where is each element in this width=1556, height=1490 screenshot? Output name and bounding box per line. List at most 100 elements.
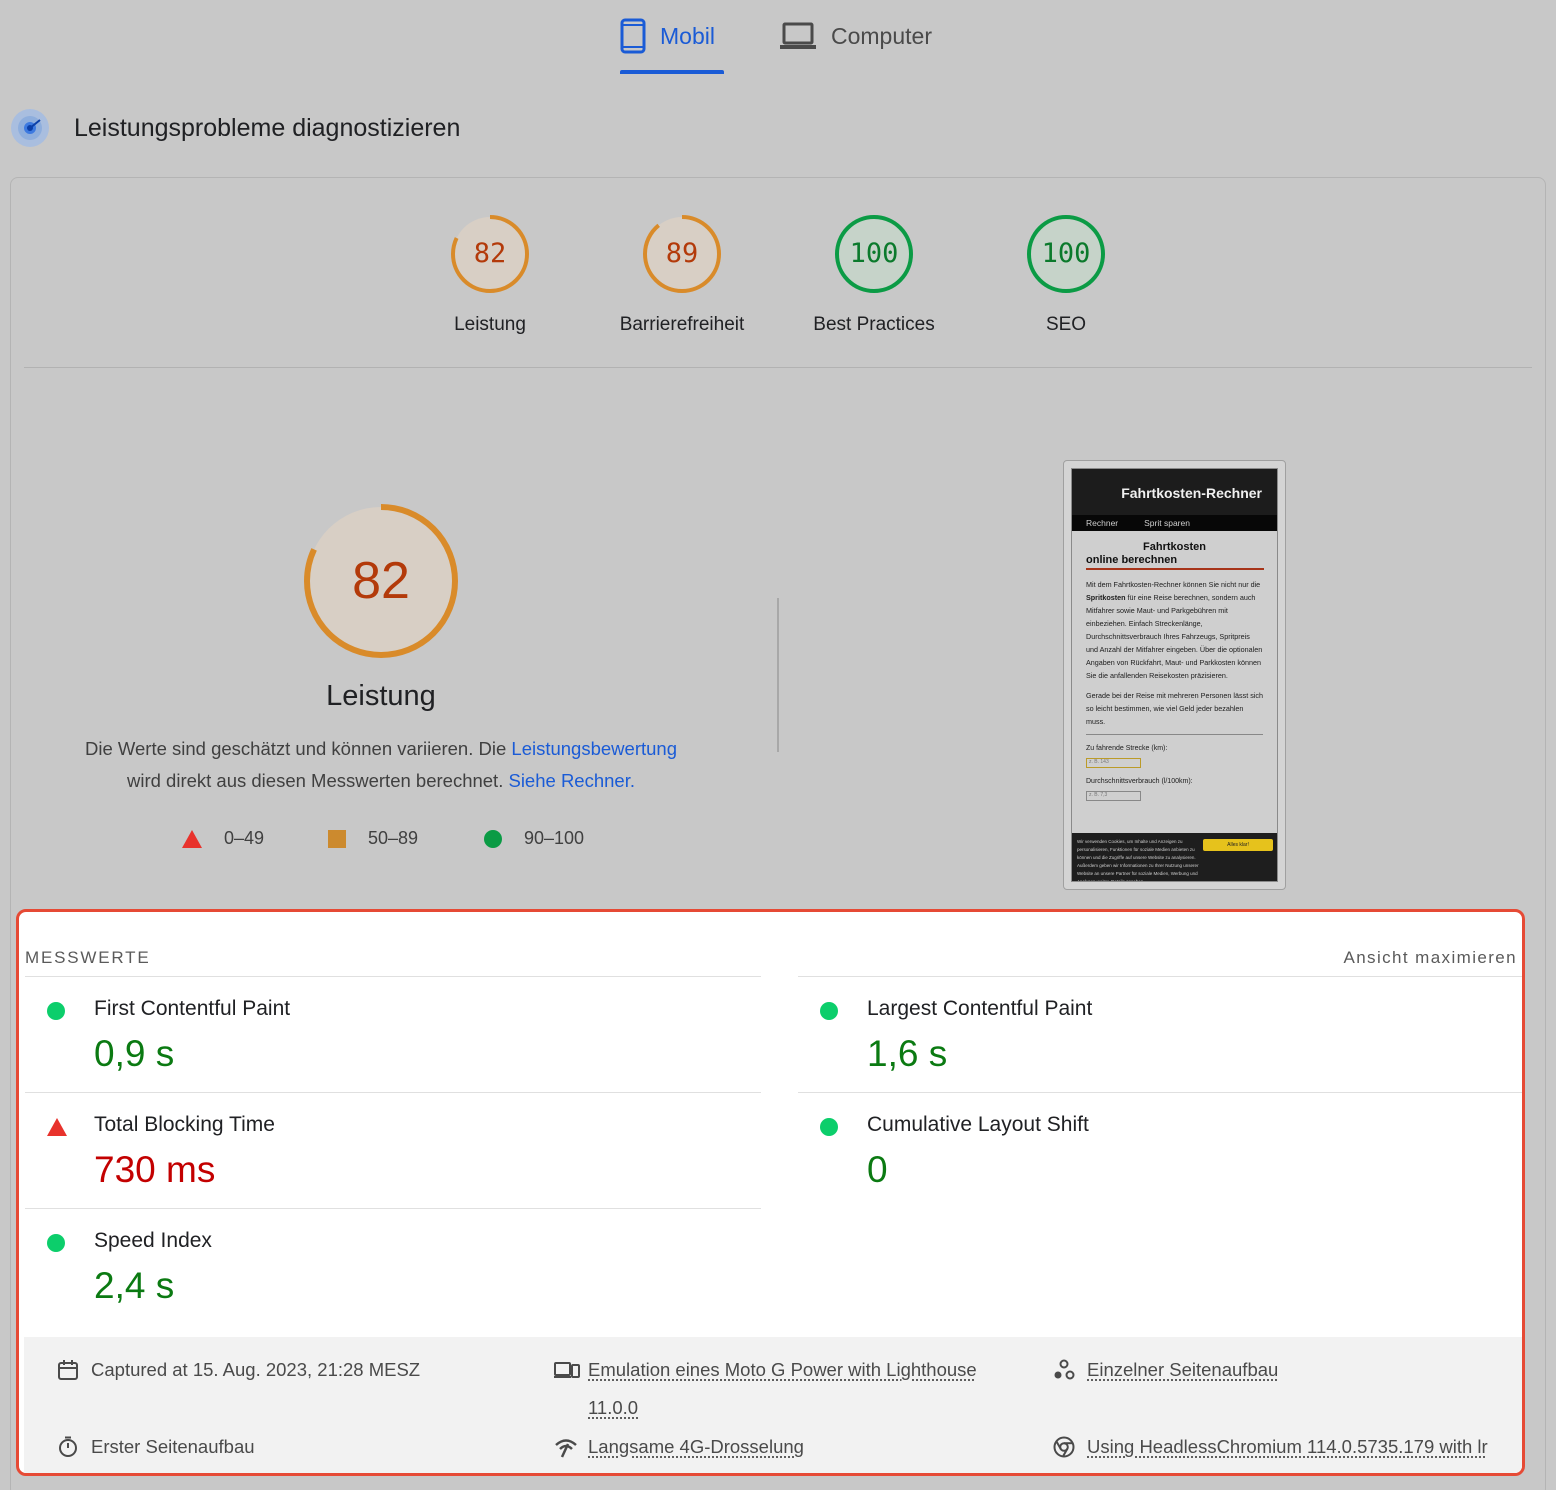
emulation-text[interactable]: Emulation eines Moto G Power with Lighth…	[588, 1359, 977, 1419]
metric-name: Total Blocking Time	[94, 1113, 275, 1136]
site-field-distance: z. B. 143	[1086, 758, 1141, 768]
desc-text: Die Werte sind geschätzt und können vari…	[84, 738, 512, 759]
captured-at: Captured at 15. Aug. 2023, 21:28 MESZ	[57, 1359, 420, 1381]
score-accessibility[interactable]: 89 Barrierefreiheit	[587, 214, 777, 336]
metric-fcp: First Contentful Paint 0,9 s	[25, 976, 761, 1092]
section-title: Leistungsprobleme diagnostizieren	[74, 113, 461, 142]
gauge: 82	[450, 214, 530, 294]
score-seo[interactable]: 100 SEO	[971, 214, 1161, 336]
legend-average: 50–89	[328, 828, 418, 849]
site-nav-item: Sprit sparen	[1144, 518, 1190, 528]
device-tabs: Mobil Computer	[0, 0, 1556, 80]
square-icon	[328, 829, 346, 848]
cookie-banner: Wir verwenden Cookies, um Inhalte und An…	[1072, 833, 1277, 882]
page-screenshot: Fahrtkosten-Rechner Rechner Sprit sparen…	[1063, 460, 1286, 890]
site-field-consumption: z. B. 7,3	[1086, 791, 1141, 801]
gauge: 89	[642, 214, 722, 294]
metric-lcp: Largest Contentful Paint 1,6 s	[798, 976, 1522, 1092]
site-title: Fahrtkosten-Rechner	[1072, 469, 1277, 515]
pass-circle-icon	[47, 1002, 65, 1020]
legend-range: 0–49	[224, 828, 265, 848]
site-paragraph: Mit dem Fahrtkosten-Rechner können Sie n…	[1086, 578, 1263, 682]
tab-desktop-label: Computer	[831, 22, 932, 49]
calendar-icon	[57, 1359, 79, 1381]
throttling-info: Langsame 4G-Drosselung	[554, 1436, 804, 1458]
metric-speed-index: Speed Index 2,4 s	[25, 1208, 761, 1324]
metric-name: Speed Index	[94, 1229, 212, 1252]
cookie-text: Wir verwenden Cookies, um Inhalte und An…	[1077, 839, 1199, 882]
score-gauges: 82 Leistung 89 Barrierefreiheit 100 Best…	[0, 214, 1556, 354]
metric-name: Largest Contentful Paint	[867, 997, 1093, 1020]
site-text-bold: Spritkosten	[1086, 593, 1126, 602]
site-field-label: Durchschnittsverbrauch (l/100km):	[1086, 778, 1193, 785]
tab-mobile[interactable]: Mobil	[620, 14, 715, 58]
smartphone-icon	[620, 18, 646, 54]
gauge: 100	[834, 214, 914, 294]
performance-score-link[interactable]: Leistungsbewertung	[511, 738, 677, 759]
pass-circle-icon	[47, 1234, 65, 1252]
single-load-info: Einzelner Seitenaufbau	[1053, 1359, 1278, 1381]
cookie-accept-button: Alles klar!	[1203, 839, 1273, 851]
vertical-divider	[777, 598, 779, 752]
emulation-line1[interactable]: Emulation eines Moto G Power with Lighth…	[588, 1359, 977, 1380]
initial-load-info: Erster Seitenaufbau	[57, 1436, 255, 1458]
site-paragraph: Gerade bei der Reise mit mehreren Person…	[1086, 691, 1263, 726]
metric-tbt: Total Blocking Time 730 ms	[25, 1092, 761, 1208]
initial-load-text: Erster Seitenaufbau	[91, 1436, 255, 1457]
desc-text: wird direkt aus diesen Messwerten berech…	[126, 770, 509, 791]
emulation-line2[interactable]: 11.0.0	[588, 1397, 977, 1419]
browser-info: Using HeadlessChromium 114.0.5735.179 wi…	[1053, 1436, 1488, 1458]
pass-circle-icon	[820, 1118, 838, 1136]
screenshot-content: Fahrtkosten-Rechner Rechner Sprit sparen…	[1071, 468, 1278, 882]
stopwatch-icon	[57, 1436, 79, 1458]
score-label: SEO	[1045, 314, 1087, 335]
score-label: Best Practices	[813, 314, 935, 335]
legend-fail: 0–49	[182, 828, 264, 849]
score-label: Barrierefreiheit	[619, 314, 745, 335]
gauge: 100	[1026, 214, 1106, 294]
metrics-panel: MESSWERTE Ansicht maximieren First Conte…	[16, 909, 1525, 1476]
score-label: Leistung	[454, 314, 526, 335]
score-value: 82	[473, 238, 507, 269]
metric-value: 0,9 s	[94, 1033, 175, 1074]
network-nodes-icon	[1053, 1359, 1075, 1381]
expand-view-toggle[interactable]: Ansicht maximieren	[1343, 948, 1517, 968]
score-legend: 0–49 50–89 90–100	[0, 828, 800, 854]
legend-range: 50–89	[368, 828, 419, 848]
diagnose-heading: Leistungsprobleme diagnostizieren	[10, 108, 460, 148]
heading-rule	[1086, 568, 1264, 570]
metric-cls: Cumulative Layout Shift 0	[798, 1092, 1522, 1208]
score-performance[interactable]: 82 Leistung	[395, 214, 585, 336]
site-heading-line1: Fahrtkosten	[1143, 541, 1206, 553]
score-best-practices[interactable]: 100 Best Practices	[779, 214, 969, 336]
tab-desktop[interactable]: Computer	[779, 14, 932, 58]
performance-score: 82	[352, 552, 410, 610]
chrome-icon	[1053, 1436, 1075, 1458]
performance-title: Leistung	[326, 680, 436, 712]
score-value: 100	[849, 238, 899, 269]
calculator-link[interactable]: Siehe Rechner.	[508, 770, 635, 791]
radar-icon	[10, 108, 50, 148]
tab-mobile-label: Mobil	[660, 22, 715, 49]
single-load-text[interactable]: Einzelner Seitenaufbau	[1087, 1359, 1278, 1381]
score-value: 89	[665, 238, 699, 269]
metric-value: 2,4 s	[94, 1265, 175, 1306]
browser-text[interactable]: Using HeadlessChromium 114.0.5735.179 wi…	[1087, 1436, 1488, 1458]
devices-icon	[554, 1359, 580, 1381]
metric-value: 0	[867, 1149, 888, 1190]
site-nav: Rechner Sprit sparen	[1072, 515, 1277, 531]
site-body: Fahrtkosten online berechnen Mit dem Fah…	[1072, 531, 1277, 801]
active-tab-indicator	[620, 70, 724, 74]
site-field-label: Zu fahrende Strecke (km):	[1086, 745, 1168, 752]
fail-triangle-icon	[47, 1118, 67, 1136]
runtime-settings: Captured at 15. Aug. 2023, 21:28 MESZ Em…	[24, 1337, 1522, 1473]
score-value: 100	[1041, 238, 1091, 269]
site-text: Mit dem Fahrtkosten-Rechner können Sie n…	[1086, 580, 1261, 589]
legend-pass: 90–100	[484, 828, 584, 849]
metrics-header: MESSWERTE	[25, 948, 151, 967]
circle-icon	[484, 829, 502, 848]
performance-description: Die Werte sind geschätzt und können vari…	[40, 733, 722, 797]
throttling-text[interactable]: Langsame 4G-Drosselung	[588, 1436, 804, 1458]
pass-circle-icon	[820, 1002, 838, 1020]
captured-text: Captured at 15. Aug. 2023, 21:28 MESZ	[91, 1359, 421, 1380]
